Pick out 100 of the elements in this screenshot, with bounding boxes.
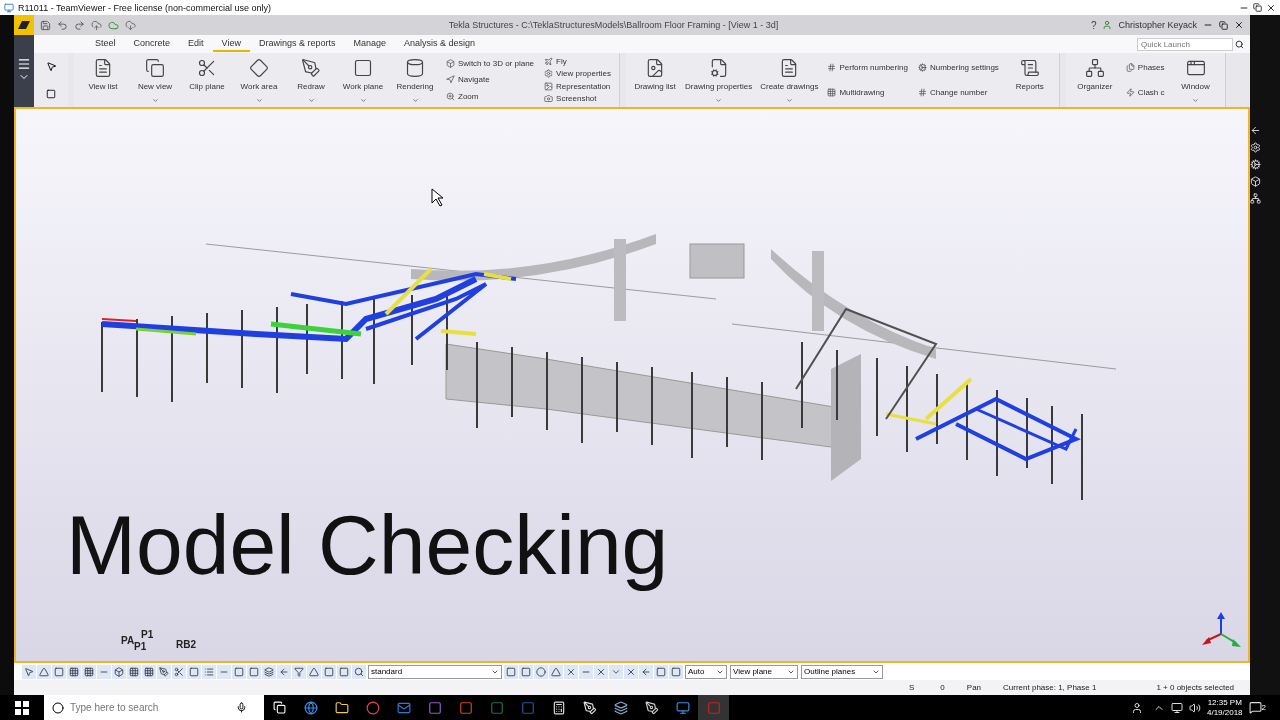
ribbon-small-button[interactable]: Clash c [1125, 88, 1165, 97]
ribbon-button[interactable]: Drawing list [630, 53, 681, 107]
toolbar-button[interactable] [172, 664, 186, 679]
toolbar-button[interactable] [277, 664, 291, 679]
ribbon-small-button[interactable]: View properties [544, 69, 612, 79]
toolbar-button[interactable] [307, 664, 321, 679]
toolbar-button[interactable] [22, 664, 36, 679]
ribbon-tab[interactable]: Edit [179, 36, 213, 52]
ribbon-small-button[interactable]: Screenshot [544, 94, 612, 104]
ribbon-button[interactable]: Create drawings [757, 53, 822, 107]
toolbar-button[interactable] [594, 664, 608, 679]
filter-dropdown[interactable]: standard [368, 664, 502, 679]
toolbar-button[interactable] [519, 664, 533, 679]
toolbar-button[interactable] [534, 664, 548, 679]
ribbon-small-button[interactable]: Navigate [446, 75, 535, 85]
notifications-icon[interactable] [1248, 701, 1262, 714]
toolbar-button[interactable] [112, 664, 126, 679]
ribbon-button[interactable]: Reports [1004, 53, 1055, 107]
ribbon-button[interactable]: Redraw [286, 53, 336, 107]
toolbar-button[interactable] [52, 664, 66, 679]
ribbon-button[interactable]: Work plane [338, 53, 388, 107]
toolbar-button[interactable] [142, 664, 156, 679]
app-logo[interactable] [14, 15, 34, 35]
cloud-icon[interactable] [108, 19, 119, 31]
ribbon-small-button[interactable]: Representation [544, 81, 612, 91]
ribbon-button[interactable]: Clip plane [182, 53, 232, 107]
snap-tool-icon[interactable] [46, 88, 56, 99]
ribbon-button[interactable]: Work area [234, 53, 284, 107]
ribbon-button[interactable]: Window [1170, 53, 1221, 107]
ribbon-small-icon [544, 69, 554, 79]
toolbar-icon [626, 666, 636, 677]
toolbar-button[interactable] [67, 664, 81, 679]
toolbar-button[interactable] [292, 664, 306, 679]
microphone-icon[interactable] [236, 702, 247, 713]
view-dropdown[interactable]: Outline planes [801, 664, 883, 679]
gear-icon[interactable] [1250, 159, 1261, 170]
toolbar-button[interactable] [247, 664, 261, 679]
toolbar-button[interactable] [337, 664, 351, 679]
restore-icon[interactable] [1253, 3, 1262, 12]
people-icon[interactable] [1130, 701, 1143, 714]
volume-icon[interactable] [1188, 701, 1201, 714]
toolbar-button[interactable] [157, 664, 171, 679]
toolbar-button[interactable] [232, 664, 246, 679]
tree-icon[interactable] [1250, 193, 1261, 204]
toolbar-button[interactable] [504, 664, 518, 679]
toolbar-button[interactable] [549, 664, 563, 679]
toolbar-button[interactable] [624, 664, 638, 679]
ribbon-small-button[interactable]: Fly [544, 56, 612, 66]
quick-launch-field[interactable]: Quick Launch [1137, 37, 1233, 51]
taskbar-search-box[interactable]: Type here to search [44, 695, 264, 720]
undo-icon[interactable] [57, 19, 68, 31]
ribbon-button[interactable]: View list [78, 53, 128, 107]
ribbon-small-button[interactable]: Change number [917, 88, 999, 97]
ribbon-tab[interactable]: Steel [86, 36, 125, 52]
redo-icon[interactable] [74, 19, 85, 31]
toolbar-button[interactable] [262, 664, 276, 679]
toolbar-button[interactable] [37, 664, 51, 679]
ribbon-small-button[interactable]: Perform numbering [827, 63, 908, 72]
close-icon[interactable] [1234, 20, 1244, 30]
toolbar-button[interactable] [187, 664, 201, 679]
ribbon-tab[interactable]: Concrete [124, 36, 180, 52]
toolbar-button[interactable] [322, 664, 336, 679]
cube-icon[interactable] [1250, 176, 1261, 187]
restore-icon[interactable] [1219, 20, 1228, 30]
ribbon-button[interactable]: Rendering [390, 53, 440, 107]
ribbon-button[interactable]: Drawing properties [682, 53, 756, 107]
settings-icon[interactable] [1250, 142, 1261, 153]
ribbon-button[interactable]: Organizer [1069, 53, 1120, 107]
toolbar-button[interactable] [669, 664, 683, 679]
toolbar-button[interactable] [639, 664, 653, 679]
collapse-icon[interactable] [1250, 125, 1261, 136]
ribbon-button[interactable]: New view [130, 53, 180, 107]
view-dropdown[interactable]: Auto [685, 664, 727, 679]
view-dropdown[interactable]: View plane [730, 664, 798, 679]
ribbon-tab[interactable]: Drawings & reports [249, 36, 345, 52]
ribbon-small-button[interactable]: Zoom [446, 92, 535, 102]
toolbar-button[interactable] [352, 664, 366, 679]
ribbon-small-button[interactable]: Phases [1125, 63, 1165, 72]
search-icon[interactable] [1235, 39, 1244, 49]
ribbon-small-button[interactable]: Switch to 3D or plane [446, 58, 535, 68]
save-icon[interactable] [40, 19, 51, 31]
toolbar-button[interactable] [127, 664, 141, 679]
ribbon-tab[interactable]: Manage [344, 36, 395, 52]
help-button[interactable]: ? [1090, 19, 1097, 31]
model-viewport[interactable]: Model Checking PA P1 P1 RB2 [14, 107, 1250, 663]
toolbar-button[interactable] [82, 664, 96, 679]
cloud-upload-icon[interactable] [91, 19, 102, 31]
cortana-icon[interactable] [52, 701, 64, 714]
toolbar-button[interactable] [654, 664, 668, 679]
ribbon-small-button[interactable]: Numbering settings [917, 63, 999, 72]
menu-icon[interactable] [17, 57, 31, 71]
select-tool-icon[interactable] [45, 61, 57, 73]
clock[interactable]: 12:35 PM 4/19/2018 [1206, 697, 1243, 718]
ribbon-tab[interactable]: Analysis & design [395, 36, 485, 52]
cloud-download-icon[interactable] [125, 19, 136, 31]
network-icon[interactable] [1170, 701, 1183, 714]
toolbar-button[interactable] [564, 664, 578, 679]
ribbon-small-button[interactable]: Multidrawing [827, 88, 908, 97]
ribbon-icon [249, 58, 269, 79]
close-icon[interactable] [1266, 2, 1276, 13]
